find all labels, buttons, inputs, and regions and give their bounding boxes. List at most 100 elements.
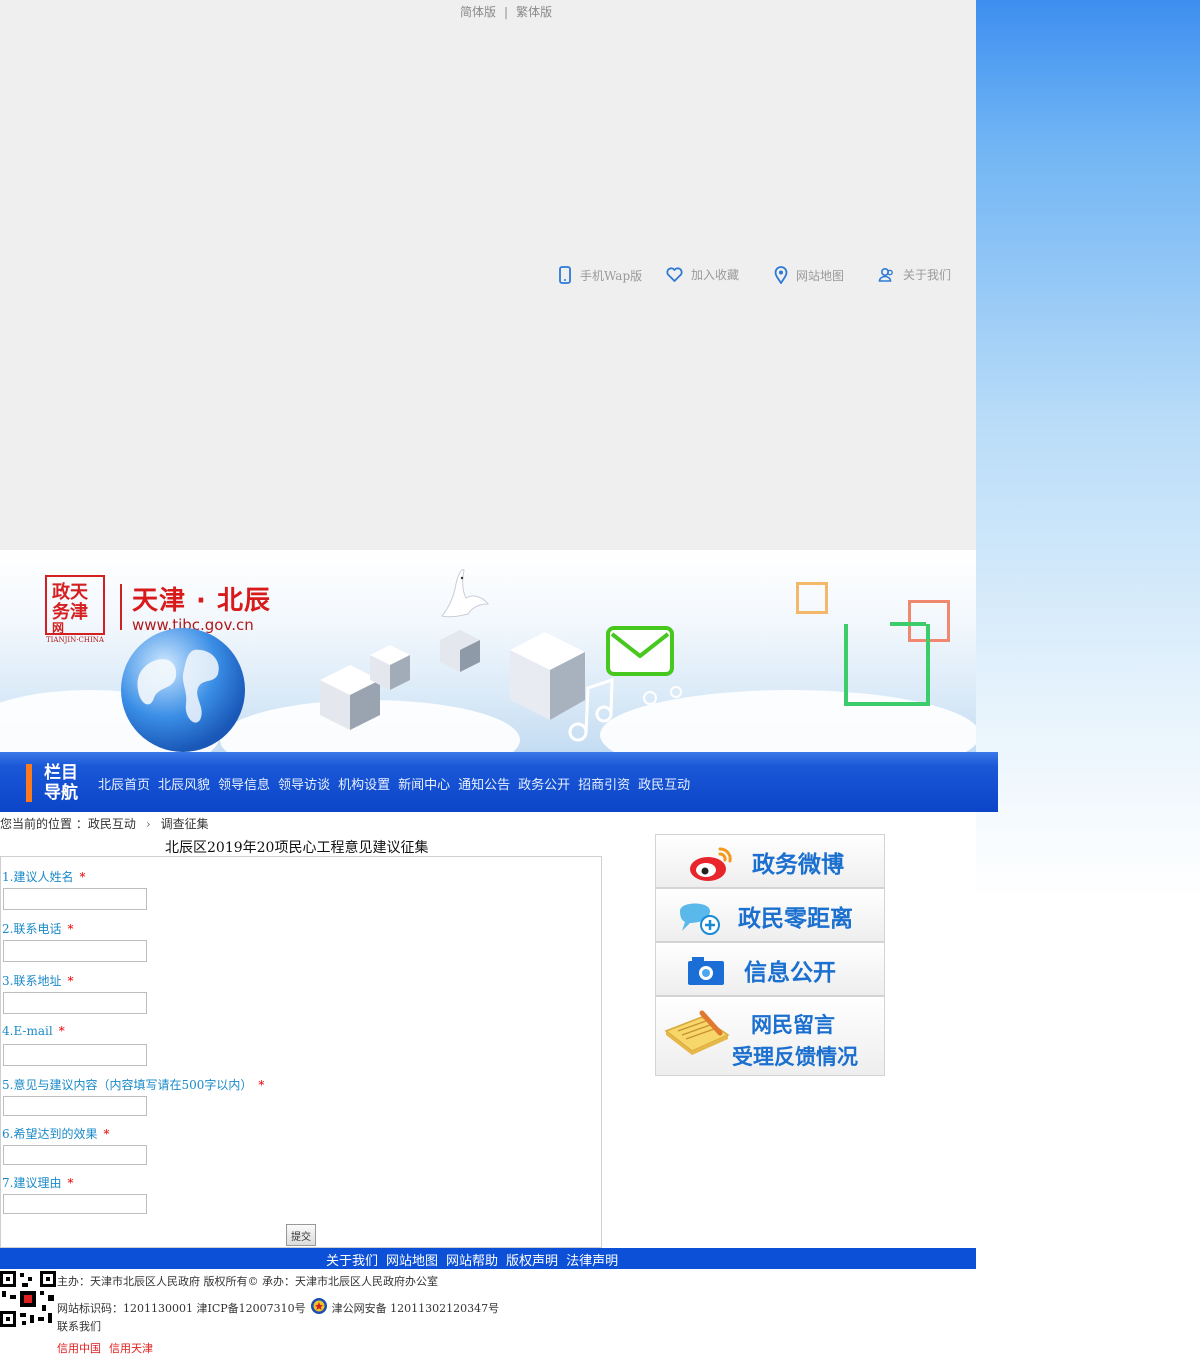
breadcrumb-arrow-icon: › [145, 817, 151, 831]
globe-icon [121, 628, 245, 752]
mobile-wap-link[interactable]: 手机Wap版 [558, 266, 642, 284]
language-switch: 简体版 | 繁体版 [460, 3, 552, 20]
site-map-link[interactable]: 网站地图 [774, 266, 844, 284]
footer-link-about[interactable]: 关于我们 [326, 1250, 378, 1269]
nav-item-interviews[interactable]: 领导访谈 [278, 774, 330, 793]
about-us-link[interactable]: 关于我们 [878, 266, 951, 283]
side-link-info-public-label: 信息公开 [744, 960, 836, 986]
breadcrumb-prefix: 您当前的位置 ： [0, 817, 88, 831]
address-input[interactable] [3, 992, 147, 1014]
footer-police-record-link[interactable]: 津公网安备 12011302120347号 [332, 1300, 499, 1316]
question-label-email: 4.E-mail * [2, 1024, 65, 1038]
question-label-phone: 2.联系电话 * [2, 922, 74, 936]
required-mark: * [258, 1078, 265, 1092]
footer-link-sitemap[interactable]: 网站地图 [386, 1250, 438, 1269]
reason-input[interactable] [3, 1194, 147, 1214]
nav-item-government-affairs[interactable]: 政务公开 [518, 774, 570, 793]
nav-item-scenery[interactable]: 北辰风貌 [158, 774, 210, 793]
nav-accent-bar [26, 764, 32, 802]
suggestion-input[interactable] [3, 1096, 147, 1116]
side-link-zero-distance-label: 政民零距离 [738, 906, 853, 932]
main-navigation: 栏目 导航 北辰首页 北辰风貌 领导信息 领导访谈 机构设置 新闻中心 通知公告… [0, 752, 998, 812]
add-favorite-label: 加入收藏 [691, 268, 740, 282]
footer-link-legal[interactable]: 法律声明 [566, 1250, 618, 1269]
top-area: 简体版 | 繁体版 手机Wap版 加入收藏 网站地图 关于我们 [0, 0, 976, 550]
svg-text:网: 网 [52, 621, 64, 635]
nav-item-interaction[interactable]: 政民互动 [638, 774, 690, 793]
nav-item-leaders[interactable]: 领导信息 [218, 774, 270, 793]
music-notes-decoration [568, 677, 682, 742]
question-label-suggestion: 5.意见与建议内容（内容填写请在500字以内） * [2, 1078, 265, 1092]
footer-link-copyright[interactable]: 版权声明 [506, 1250, 558, 1269]
dove-icon [441, 569, 490, 618]
about-us-label: 关于我们 [903, 268, 952, 282]
required-mark: * [67, 922, 74, 936]
footer-credit-links: 信用中国 信用天津 [57, 1340, 161, 1356]
required-mark: * [103, 1127, 110, 1141]
side-link-weibo[interactable]: 政务微博 [655, 834, 885, 888]
map-pin-icon [774, 266, 788, 284]
heart-icon [666, 266, 683, 283]
nav-item-organization[interactable]: 机构设置 [338, 774, 390, 793]
side-link-feedback-label: 受理反馈情况 [732, 1045, 858, 1069]
users-icon [878, 267, 895, 283]
expected-effect-input[interactable] [3, 1145, 147, 1165]
phone-input[interactable] [3, 940, 147, 962]
nav-heading-line2: 导航 [44, 783, 78, 803]
question-label-expected-effect: 6.希望达到的效果 * [2, 1127, 110, 1141]
police-badge-icon [310, 1297, 328, 1318]
svg-text:政天: 政天 [52, 581, 89, 603]
square-decoration [890, 622, 926, 626]
mobile-phone-icon [558, 266, 572, 284]
site-map-label: 网站地图 [796, 268, 845, 283]
question-label-name: 1.建议人姓名 * [2, 870, 86, 884]
camera-folder-icon [688, 957, 724, 985]
mobile-wap-label: 手机Wap版 [580, 268, 643, 283]
side-link-weibo-label: 政务微博 [752, 852, 844, 878]
nav-item-investment[interactable]: 招商引资 [578, 774, 630, 793]
nav-items: 北辰首页 北辰风貌 领导信息 领导访谈 机构设置 新闻中心 通知公告 政务公开 … [98, 774, 690, 793]
form-title: 北辰区2019年20项民心工程意见建议征集 [165, 840, 429, 856]
lang-traditional-link[interactable]: 繁体版 [516, 5, 552, 19]
footer-link-help[interactable]: 网站帮助 [446, 1250, 498, 1269]
header-banner: 政天 务津 网 TIANJIN·CHINA 天津 · 北辰 www.tjbc.g… [0, 550, 976, 752]
footer-contact-link[interactable]: 联系我们 [57, 1318, 101, 1334]
nav-heading: 栏目 导航 [44, 763, 88, 803]
footer-site-id-text: 网站标识码：1201130001 津ICP备12007310号 [57, 1301, 306, 1315]
nav-item-home[interactable]: 北辰首页 [98, 774, 150, 793]
name-input[interactable] [3, 888, 147, 910]
email-input[interactable] [3, 1044, 147, 1066]
credit-china-link[interactable]: 信用中国 [57, 1342, 101, 1355]
credit-tianjin-link[interactable]: 信用天津 [109, 1342, 153, 1355]
square-decoration [796, 582, 828, 614]
question-label-address: 3.联系地址 * [2, 974, 74, 988]
nav-item-news[interactable]: 新闻中心 [398, 774, 450, 793]
question-label-reason: 7.建议理由 * [2, 1176, 74, 1190]
footer-registration: 网站标识码：1201130001 津ICP备12007310号 津公网安备 12… [57, 1297, 499, 1318]
square-decoration [844, 624, 930, 706]
chat-bubble-icon [680, 903, 720, 935]
lang-simplified-link[interactable]: 简体版 [460, 5, 496, 19]
add-favorite-link[interactable]: 加入收藏 [666, 266, 739, 283]
side-link-zero-distance[interactable]: 政民零距离 [655, 888, 885, 942]
weibo-icon [690, 847, 732, 881]
notebook-pen-icon [664, 1010, 730, 1055]
lang-separator: | [504, 5, 509, 19]
side-link-message-feedback[interactable]: 网民留言 受理反馈情况 [655, 996, 885, 1076]
side-link-message-label: 网民留言 [751, 1013, 835, 1037]
breadcrumb-level2[interactable]: 调查征集 [161, 817, 209, 831]
tianjin-government-seal-logo: 政天 务津 网 [44, 574, 106, 640]
breadcrumb-level1[interactable]: 政民互动 [88, 817, 136, 831]
submit-button[interactable]: 提交 [286, 1224, 316, 1246]
mail-envelope-icon[interactable] [606, 626, 674, 676]
nav-item-notices[interactable]: 通知公告 [458, 774, 510, 793]
svg-text:务津: 务津 [52, 601, 88, 623]
footer-sponsor-text: 主办：天津市北辰区人民政府 版权所有© 承办：天津市北辰区人民政府办公室 [57, 1275, 438, 1288]
site-title: 天津 · 北辰 [132, 586, 271, 616]
side-background [976, 0, 1200, 1357]
seal-subtitle: TIANJIN·CHINA [46, 636, 104, 644]
required-mark: * [58, 1024, 65, 1038]
required-mark: * [67, 1176, 74, 1190]
required-mark: * [79, 870, 86, 884]
side-link-info-public[interactable]: 信息公开 [655, 942, 885, 996]
